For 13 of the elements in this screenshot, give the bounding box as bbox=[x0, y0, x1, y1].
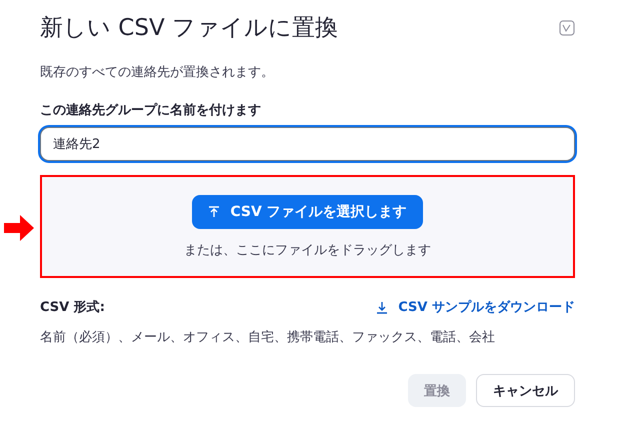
download-icon bbox=[376, 300, 388, 314]
drop-zone[interactable]: CSV ファイルを選択します または、ここにファイルをドラッグします bbox=[40, 175, 575, 278]
dialog-title: 新しい CSV ファイルに置換 bbox=[40, 14, 338, 43]
format-label: CSV 形式: bbox=[40, 299, 105, 316]
description: 既存のすべての連絡先が置換されます。 bbox=[40, 64, 275, 81]
cancel-button[interactable]: キャンセル bbox=[476, 374, 575, 407]
name-field[interactable]: 連絡先2 bbox=[40, 127, 575, 161]
field-label: この連絡先グループに名前を付けます bbox=[40, 102, 262, 119]
upload-icon bbox=[208, 206, 220, 218]
choose-file-button[interactable]: CSV ファイルを選択します bbox=[192, 194, 423, 228]
drop-hint: または、ここにファイルをドラッグします bbox=[184, 242, 431, 258]
download-link[interactable]: CSV サンプルをダウンロード bbox=[376, 298, 575, 316]
format-fields: 名前（必須）、メール、オフィス、自宅、携帯電話、ファックス、電話、会社 bbox=[40, 328, 575, 346]
